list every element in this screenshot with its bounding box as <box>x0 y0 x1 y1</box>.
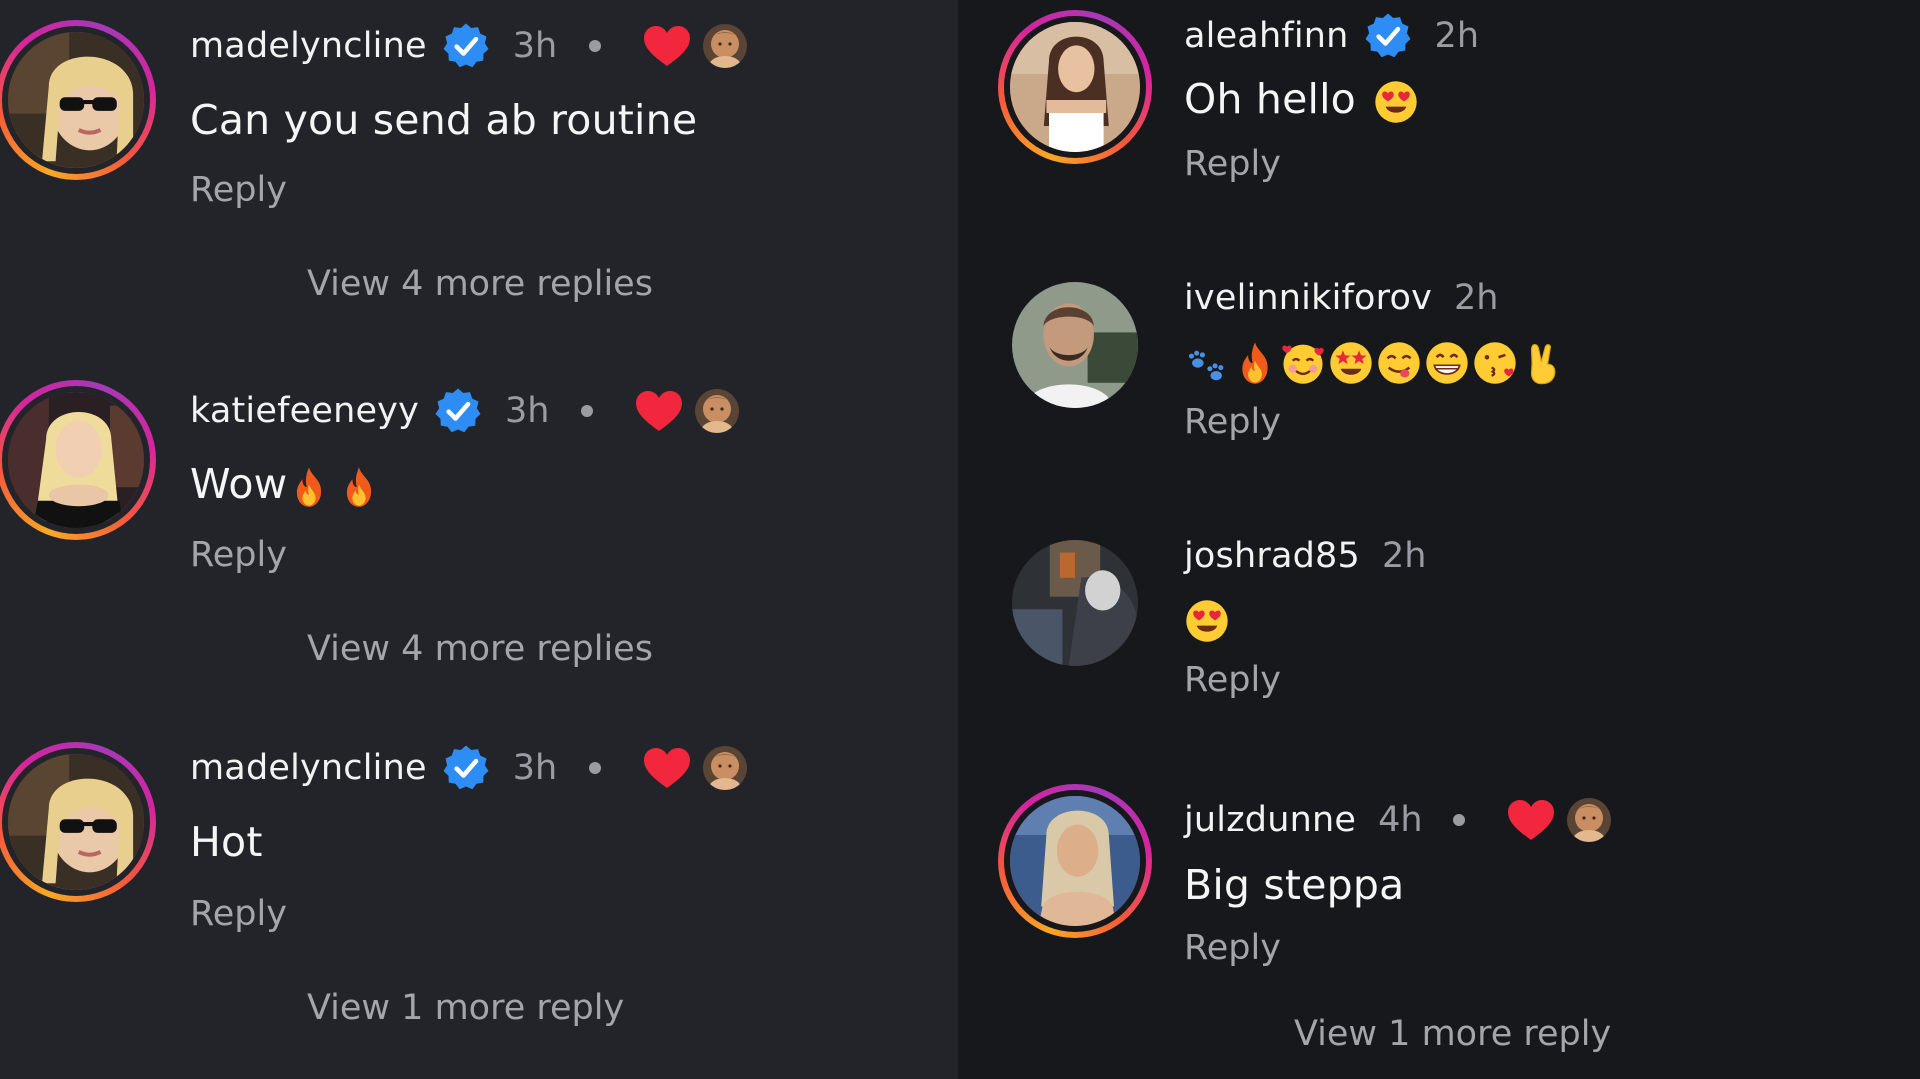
comment-item: ivelinnikiforov 2h Reply <box>958 260 1920 460</box>
verified-badge-icon <box>441 743 491 793</box>
reply-button[interactable]: Reply <box>190 535 287 575</box>
username[interactable]: joshrad85 <box>1184 536 1360 576</box>
right-comments-panel: aleahfinn 2h Oh hello Reply ivelinnikifo… <box>958 0 1920 1079</box>
reply-button[interactable]: Reply <box>1184 144 1281 184</box>
comment-emoji-line <box>1184 594 1230 644</box>
username[interactable]: madelyncline <box>190 26 427 66</box>
comment-text: Can you send ab routine <box>190 96 698 144</box>
heart-eyes-emoji-icon <box>1184 598 1230 644</box>
fire-emoji-icon <box>1232 340 1278 386</box>
username[interactable]: aleahfinn <box>1184 16 1349 56</box>
comment-item: aleahfinn 2h Oh hello Reply <box>958 0 1920 230</box>
separator-dot <box>1452 814 1465 826</box>
comment-item: madelyncline 3h Can you send ab routine … <box>0 0 958 330</box>
username[interactable]: madelyncline <box>190 748 427 788</box>
comment-header: katiefeeneyy 3h <box>190 383 739 439</box>
avatar-image <box>2 26 150 174</box>
comment-text-line: Wow <box>190 460 381 509</box>
left-comments-panel: madelyncline 3h Can you send ab routine … <box>0 0 958 1079</box>
timestamp: 2h <box>1381 536 1427 576</box>
timestamp: 3h <box>505 391 550 431</box>
avatar[interactable] <box>998 784 1152 938</box>
reply-button[interactable]: Reply <box>190 170 287 210</box>
separator-dot <box>581 405 594 417</box>
view-more-replies-link[interactable]: View 4 more replies <box>307 264 653 304</box>
avatar[interactable] <box>998 10 1152 164</box>
avatar[interactable] <box>1012 540 1138 666</box>
comment-header: joshrad85 2h <box>1184 528 1426 584</box>
timestamp: 2h <box>1453 278 1499 318</box>
liked-by-author-heart-icon[interactable] <box>643 25 691 67</box>
heart-eyes-emoji-icon <box>1373 79 1419 125</box>
liked-by-author-heart-icon[interactable] <box>643 747 691 789</box>
comment-text: Oh hello <box>1184 75 1356 123</box>
comment-text: Big steppa <box>1184 861 1405 909</box>
timestamp: 3h <box>512 26 558 66</box>
comment-text: Wow <box>190 460 288 508</box>
smiling-face-with-hearts-emoji-icon <box>1280 340 1326 386</box>
comment-emoji-line <box>1184 336 1566 386</box>
comment-item: julzdunne 4h Big steppa Reply View 1 mor… <box>958 780 1920 1079</box>
timestamp: 4h <box>1378 800 1423 840</box>
star-struck-emoji-icon <box>1328 340 1374 386</box>
username[interactable]: katiefeeneyy <box>190 391 419 431</box>
paw-prints-emoji-icon <box>1184 340 1230 386</box>
comment-text: Hot <box>190 818 263 866</box>
view-more-replies-link[interactable]: View 4 more replies <box>307 629 653 669</box>
verified-badge-icon <box>433 386 483 436</box>
liked-by-author-heart-icon[interactable] <box>1507 799 1555 841</box>
avatar-image <box>1012 282 1138 408</box>
avatar-image <box>1004 16 1146 158</box>
timestamp: 3h <box>512 748 558 788</box>
comments-screenshot: madelyncline 3h Can you send ab routine … <box>0 0 1920 1079</box>
author-mini-avatar <box>1567 798 1611 842</box>
avatar-image <box>2 748 150 896</box>
yum-emoji-icon <box>1376 340 1422 386</box>
liked-by-author-heart-icon[interactable] <box>635 390 683 432</box>
comment-item: katiefeeneyy 3h Wow Reply View 4 more re… <box>0 360 958 690</box>
view-more-replies-link[interactable]: View 1 more reply <box>307 988 624 1028</box>
avatar[interactable] <box>0 380 156 540</box>
separator-dot <box>589 762 602 774</box>
username[interactable]: ivelinnikiforov <box>1184 278 1432 318</box>
comment-header: madelyncline 3h <box>190 18 747 74</box>
author-mini-avatar <box>703 746 747 790</box>
grin-emoji-icon <box>1424 340 1470 386</box>
comment-item: madelyncline 3h Hot Reply View 1 more re… <box>0 724 958 1074</box>
kissing-heart-emoji-icon <box>1472 340 1518 386</box>
avatar-image <box>2 386 150 534</box>
avatar[interactable] <box>0 742 156 902</box>
comment-header: julzdunne 4h <box>1184 792 1611 848</box>
author-mini-avatar <box>695 389 739 433</box>
comment-header: ivelinnikiforov 2h <box>1184 270 1498 326</box>
avatar-image <box>1012 540 1138 666</box>
reply-button[interactable]: Reply <box>1184 660 1281 700</box>
avatar-image <box>1004 790 1146 932</box>
username[interactable]: julzdunne <box>1184 800 1356 840</box>
verified-badge-icon <box>1363 11 1413 61</box>
fire-emoji-icon <box>337 465 381 509</box>
avatar[interactable] <box>1012 282 1138 408</box>
timestamp: 2h <box>1434 16 1479 56</box>
author-mini-avatar <box>703 24 747 68</box>
comment-item: joshrad85 2h Reply <box>958 518 1920 718</box>
reply-button[interactable]: Reply <box>190 894 287 934</box>
comment-text-line: Oh hello <box>1184 75 1419 125</box>
view-more-replies-link[interactable]: View 1 more reply <box>1294 1014 1611 1054</box>
separator-dot <box>589 40 602 52</box>
reply-button[interactable]: Reply <box>1184 402 1281 442</box>
comment-header: madelyncline 3h <box>190 740 747 796</box>
avatar[interactable] <box>0 20 156 180</box>
comment-header: aleahfinn 2h <box>1184 8 1479 64</box>
victory-hand-emoji-icon <box>1520 340 1566 386</box>
verified-badge-icon <box>441 21 491 71</box>
fire-emoji-icon <box>287 465 331 509</box>
reply-button[interactable]: Reply <box>1184 928 1281 968</box>
